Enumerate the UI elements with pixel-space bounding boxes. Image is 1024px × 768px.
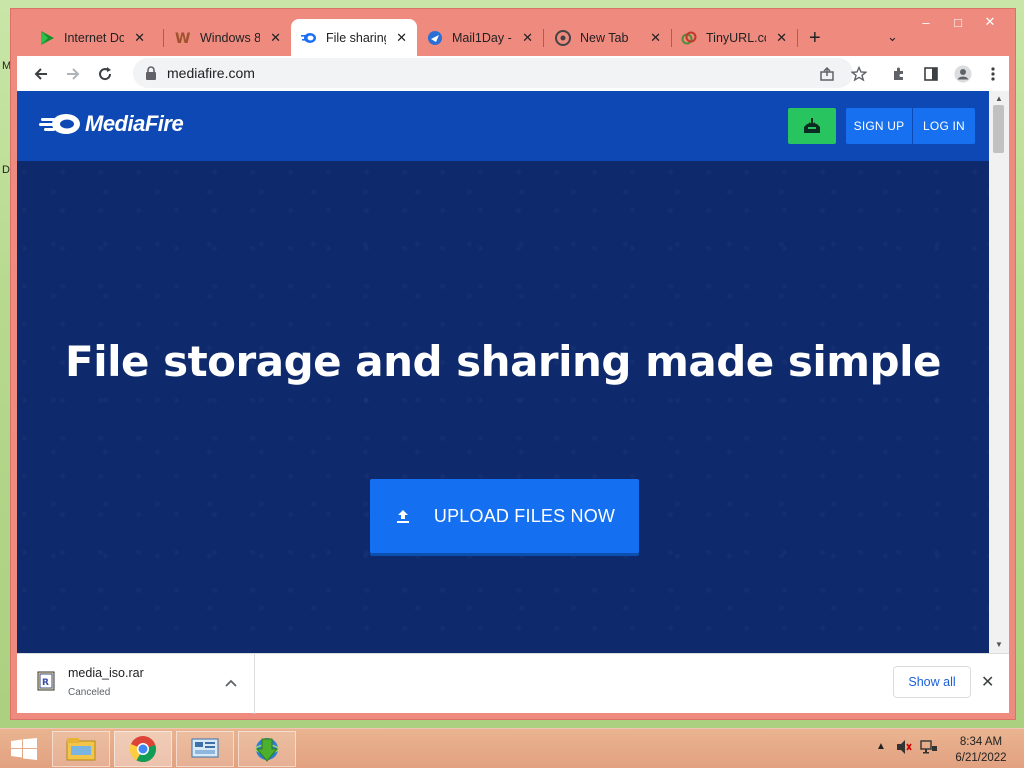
tab-search-button[interactable]: ⌄ xyxy=(887,29,898,45)
new-tab-button[interactable]: + xyxy=(809,27,821,50)
w-icon: W xyxy=(175,30,191,46)
start-button[interactable] xyxy=(8,737,40,761)
tab-title: TinyURL.co xyxy=(706,30,767,45)
reload-button[interactable] xyxy=(95,64,115,84)
mediafire-flame-icon xyxy=(39,114,80,134)
taskbar-chrome[interactable] xyxy=(114,731,172,767)
lock-icon xyxy=(146,66,156,80)
reload-icon xyxy=(99,67,112,81)
tab-mail1day[interactable]: Mail1Day - ✕ xyxy=(417,19,543,56)
upload-files-button[interactable]: UPLOAD FILES NOW xyxy=(370,479,639,553)
svg-text:R: R xyxy=(42,678,49,688)
volume-muted-icon[interactable] xyxy=(896,739,912,758)
scroll-up-icon[interactable]: ▲ xyxy=(995,94,1003,103)
mediafire-logo[interactable]: MediaFire xyxy=(39,111,184,137)
taskbar-control-panel[interactable] xyxy=(176,731,234,767)
tab-close-icon[interactable]: ✕ xyxy=(650,30,661,46)
tab-strip: Internet Do ✕ W Windows 8 ✕ File sharing… xyxy=(19,19,919,56)
download-tray-icon xyxy=(804,118,820,133)
folder-icon xyxy=(66,738,96,761)
tab-title: Internet Do xyxy=(64,30,125,45)
menu-button[interactable] xyxy=(983,64,1003,84)
forward-arrow-icon xyxy=(67,68,80,80)
back-button[interactable] xyxy=(31,64,51,84)
puzzle-icon xyxy=(894,67,903,80)
download-app-button[interactable] xyxy=(788,108,836,144)
hero-section: File storage and sharing made simple UPL… xyxy=(17,161,989,653)
share-icon xyxy=(820,66,834,81)
page-scrollbar[interactable]: ▲ ▼ xyxy=(989,91,1009,653)
taskbar-file-explorer[interactable] xyxy=(52,731,110,767)
rar-file-icon: R xyxy=(37,671,55,691)
page-viewport: MediaFire SIGN UP LOG IN File storage an… xyxy=(17,91,989,653)
tab-close-icon[interactable]: ✕ xyxy=(776,30,787,46)
back-arrow-icon xyxy=(34,68,47,80)
taskbar: ▲ 8:34 AM 6/21/2022 xyxy=(0,728,1024,768)
hero-title: File storage and sharing made simple xyxy=(65,337,942,386)
upload-label: UPLOAD FILES NOW xyxy=(433,505,616,526)
log-in-button[interactable]: LOG IN xyxy=(913,108,975,144)
browser-window: – □ ✕ Internet Do ✕ W Windows 8 ✕ File s… xyxy=(10,8,1016,720)
tab-title: File sharing xyxy=(326,30,387,45)
tab-close-icon[interactable]: ✕ xyxy=(134,30,145,46)
windows-logo-icon xyxy=(11,738,37,760)
idm-play-icon xyxy=(39,30,55,46)
tab-new-tab[interactable]: New Tab ✕ xyxy=(545,19,671,56)
download-item[interactable]: R media_iso.rar Canceled xyxy=(17,654,255,714)
download-filename: media_iso.rar xyxy=(68,666,144,680)
star-icon xyxy=(851,66,867,82)
chrome-icon xyxy=(129,736,156,763)
upload-arrow-icon xyxy=(394,507,412,525)
tab-internet-download-manager[interactable]: Internet Do ✕ xyxy=(29,19,155,56)
tab-close-icon[interactable]: ✕ xyxy=(522,30,533,46)
forward-button[interactable] xyxy=(63,64,83,84)
show-all-button[interactable]: Show all xyxy=(893,666,971,698)
tab-title: Windows 8 xyxy=(200,30,261,45)
tab-close-icon[interactable]: ✕ xyxy=(396,30,407,46)
scroll-down-icon[interactable]: ▼ xyxy=(995,640,1003,649)
chrome-icon xyxy=(555,29,571,46)
window-controls: – □ ✕ xyxy=(915,13,1001,31)
taskbar-idm[interactable] xyxy=(238,731,296,767)
url-text: mediafire.com xyxy=(167,65,255,81)
share-button[interactable] xyxy=(817,64,837,84)
close-window-button[interactable]: ✕ xyxy=(979,13,1001,31)
extensions-button[interactable] xyxy=(889,64,909,84)
mediafire-icon xyxy=(301,30,317,46)
profile-button[interactable] xyxy=(953,64,973,84)
download-shelf: R media_iso.rar Canceled Show all ✕ xyxy=(17,653,1009,714)
avatar-icon xyxy=(954,65,972,83)
svg-text:W: W xyxy=(175,31,190,46)
chevron-up-icon[interactable] xyxy=(225,676,237,690)
bookmark-button[interactable] xyxy=(849,64,869,84)
maximize-button[interactable]: □ xyxy=(947,13,969,31)
clock-date: 6/21/2022 xyxy=(955,752,1007,764)
side-panel-button[interactable] xyxy=(921,64,941,84)
mail1day-icon xyxy=(427,30,443,46)
sign-up-button[interactable]: SIGN UP xyxy=(846,108,912,144)
tab-file-sharing[interactable]: File sharing ✕ xyxy=(291,19,417,56)
browser-toolbar: mediafire.com xyxy=(17,56,1009,91)
close-shelf-icon[interactable]: ✕ xyxy=(981,672,994,692)
logo-text: MediaFire xyxy=(85,111,184,136)
system-clock[interactable]: 8:34 AM 6/21/2022 xyxy=(948,734,1014,766)
control-panel-icon xyxy=(191,738,219,758)
tab-windows-8[interactable]: W Windows 8 ✕ xyxy=(165,19,291,56)
tab-title: Mail1Day - xyxy=(452,30,512,45)
mediafire-header: MediaFire SIGN UP LOG IN xyxy=(17,91,989,161)
tab-close-icon[interactable]: ✕ xyxy=(270,30,281,46)
tab-title: New Tab xyxy=(580,30,629,45)
tinyurl-icon xyxy=(681,30,697,46)
desktop-label-d: D xyxy=(2,164,10,176)
kebab-menu-icon xyxy=(991,67,995,81)
scroll-thumb[interactable] xyxy=(993,105,1004,153)
tab-tinyurl[interactable]: TinyURL.co ✕ xyxy=(671,19,797,56)
download-status: Canceled xyxy=(68,687,111,698)
idm-globe-icon xyxy=(255,738,279,762)
clock-time: 8:34 AM xyxy=(959,736,1003,748)
side-panel-icon xyxy=(924,67,938,81)
network-icon[interactable] xyxy=(920,739,938,758)
show-hidden-icons[interactable]: ▲ xyxy=(876,741,886,752)
address-bar[interactable]: mediafire.com xyxy=(133,58,853,88)
